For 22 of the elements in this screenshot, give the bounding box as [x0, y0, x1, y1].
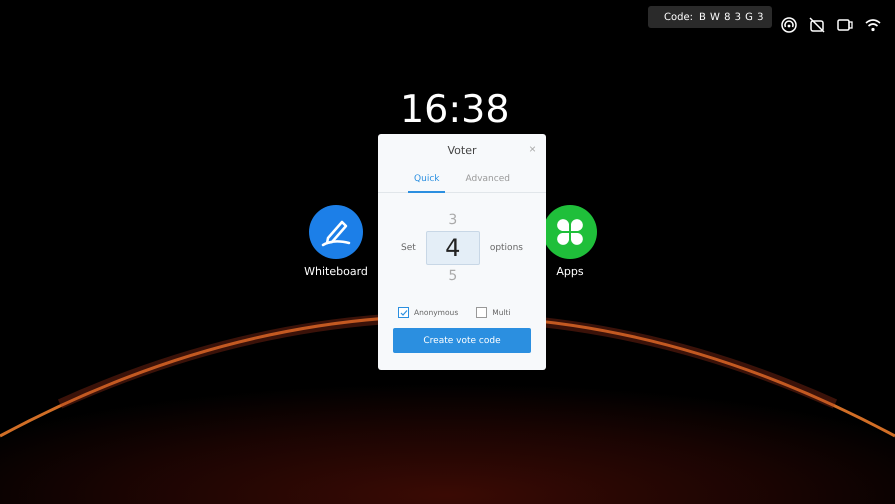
dialog-title: Voter	[447, 144, 476, 156]
app-label[interactable]: Whiteboard	[304, 265, 368, 278]
broadcast-icon[interactable]	[780, 16, 798, 34]
selected-option-count[interactable]: 4	[426, 231, 480, 265]
wifi-icon[interactable]	[864, 16, 882, 34]
code-label: Code:	[664, 12, 693, 22]
picker-option[interactable]: 3	[448, 211, 458, 229]
close-button[interactable]: ×	[528, 142, 536, 156]
camera-off-icon[interactable]	[808, 16, 826, 34]
checkbox[interactable]	[476, 307, 488, 318]
create-vote-code-button[interactable]: Create vote code	[393, 328, 531, 353]
tab[interactable]: Advanced	[459, 166, 516, 193]
picker-option[interactable]: 5	[448, 267, 458, 285]
set-label: Set	[401, 243, 416, 253]
app-label[interactable]: Apps	[556, 265, 584, 278]
clock-time: 16:38	[400, 88, 510, 130]
options-label: options	[490, 243, 523, 253]
room-code: B W 8 3 G 3	[698, 12, 764, 22]
checkbox[interactable]	[398, 307, 409, 318]
apps-icon[interactable]	[543, 205, 597, 259]
pen-icon[interactable]	[309, 205, 363, 259]
tab[interactable]: Quick	[408, 166, 446, 193]
